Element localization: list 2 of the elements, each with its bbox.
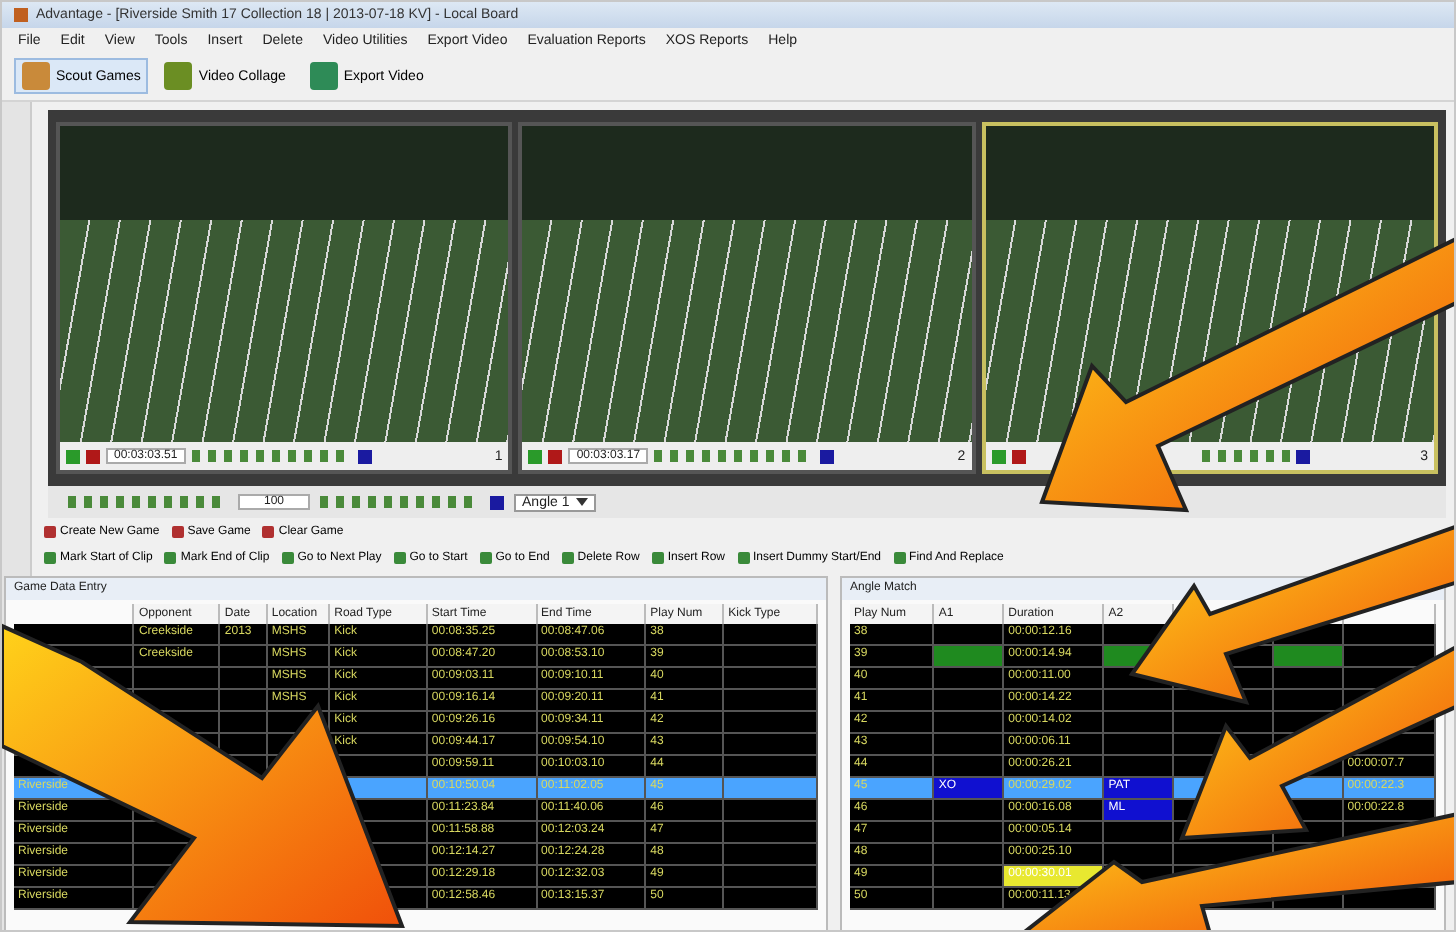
app-icon xyxy=(14,8,28,22)
caret-icon xyxy=(575,497,588,506)
